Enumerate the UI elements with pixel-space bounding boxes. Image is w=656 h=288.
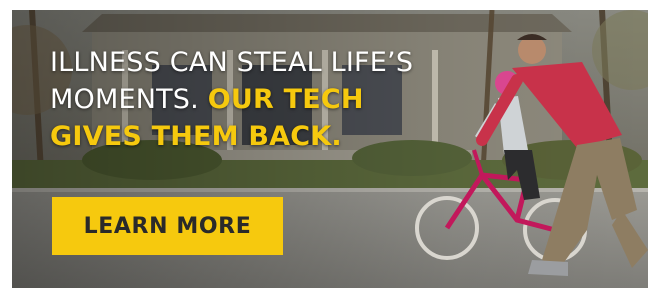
headline-line-3: GIVES THEM BACK.	[50, 121, 342, 152]
headline: ILLNESS CAN STEAL LIFE’S MOMENTS. OUR TE…	[50, 44, 520, 155]
headline-line-1: ILLNESS CAN STEAL LIFE’S	[50, 47, 414, 78]
headline-line-2-yellow: OUR TECH	[207, 84, 364, 115]
ad-banner[interactable]: ILLNESS CAN STEAL LIFE’S MOMENTS. OUR TE…	[12, 10, 648, 288]
learn-more-button[interactable]: LEARN MORE	[52, 197, 283, 255]
headline-line-2-white: MOMENTS.	[50, 84, 208, 115]
